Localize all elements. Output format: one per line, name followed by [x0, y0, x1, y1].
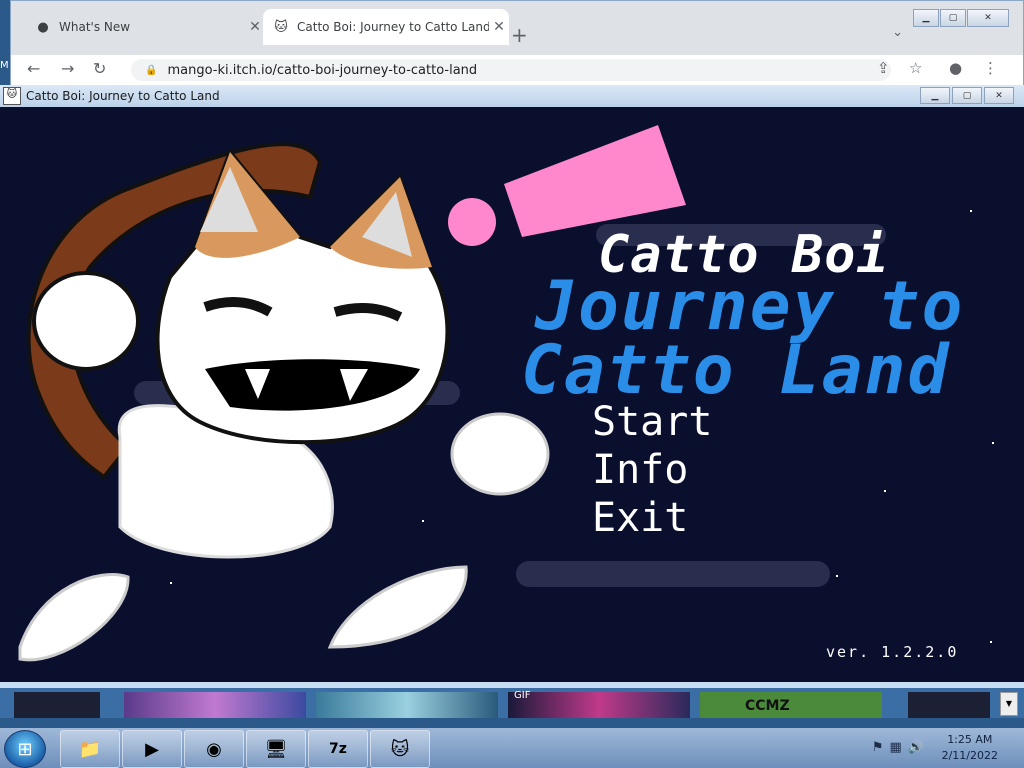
thumbnail[interactable] [700, 692, 882, 718]
cat-paw [450, 412, 550, 496]
cat-foot [18, 573, 130, 662]
bookmark-star-icon[interactable]: ☆ [909, 59, 922, 77]
catto-boi-taskbar-icon[interactable]: 🐱 [370, 730, 430, 768]
version-label: ver. 1.2.2.0 [826, 643, 959, 661]
lock-icon: 🔒 [145, 64, 158, 76]
7zip-icon[interactable]: 7z [308, 730, 368, 768]
chrome-icon: ● [37, 19, 49, 35]
maximize-button[interactable]: ▢ [952, 87, 982, 104]
forward-icon[interactable]: → [61, 59, 74, 78]
control-panel-icon[interactable]: 🖥 [246, 730, 306, 768]
windows-explorer-icon[interactable]: 📁 [60, 730, 120, 768]
thumbnail[interactable] [316, 692, 498, 718]
tab-search-icon[interactable]: ⌄ [892, 25, 903, 40]
tab-catto-boi[interactable]: 🐱 Catto Boi: Journey to Catto Land ✕ [263, 9, 509, 45]
cat-app-icon: 🐱 [3, 87, 21, 105]
volume-icon[interactable]: 🔊 [908, 740, 924, 755]
clock-date: 2/11/2022 [941, 749, 998, 762]
left-edge-text: M [0, 60, 9, 71]
reload-icon[interactable]: ↻ [93, 59, 106, 78]
game-title-line2-3: Journey to Catto Land [521, 267, 965, 405]
media-player-icon[interactable]: ▶ [122, 730, 182, 768]
close-tab-icon[interactable]: ✕ [489, 19, 509, 35]
close-tab-icon[interactable]: ✕ [245, 19, 265, 35]
menu-info[interactable]: Info [592, 447, 688, 493]
browser-window-controls: ▁ ▢ ✕ [913, 9, 1009, 27]
menu-start[interactable]: Start [592, 399, 712, 445]
taskbar: ⊞ 📁 ▶ ◉ 🖥 7z 🐱 ⚑ ▦ 🔊 1:25 AM 2/11/2022 [0, 728, 1024, 768]
clock[interactable]: 1:25 AM 2/11/2022 [942, 732, 998, 764]
network-icon[interactable]: ▦ [890, 740, 902, 755]
url-text: mango-ki.itch.io/catto-boi-journey-to-ca… [167, 62, 478, 78]
cat-paw [32, 271, 140, 371]
game-canvas[interactable]: Catto Boi Journey to Catto Land Start In… [0, 107, 1024, 682]
tab-title: What's New [59, 20, 131, 34]
game-window: 🐱 Catto Boi: Journey to Catto Land ▁ ▢ ✕ [0, 85, 1024, 688]
close-button[interactable]: ✕ [967, 9, 1009, 27]
thumbnail[interactable] [124, 692, 306, 718]
pink-dot [448, 198, 496, 246]
game-window-controls: ▁ ▢ ✕ [920, 87, 1014, 104]
minimize-button[interactable]: ▁ [913, 9, 939, 27]
minimize-button[interactable]: ▁ [920, 87, 950, 104]
menu-dots-icon[interactable]: ⋮ [983, 59, 998, 77]
game-window-title: Catto Boi: Journey to Catto Land [26, 89, 220, 103]
game-title-line2: Journey to [535, 267, 965, 346]
scroll-down-button[interactable]: ▼ [1000, 692, 1018, 716]
thumbnail[interactable] [908, 692, 990, 718]
new-tab-button[interactable]: + [511, 23, 528, 47]
thumbnail[interactable] [14, 692, 100, 718]
browser-toolbar: ← → ↻ 🔒 mango-ki.itch.io/catto-boi-journ… [11, 55, 1023, 85]
tab-title: Catto Boi: Journey to Catto Land [297, 20, 489, 34]
profile-icon[interactable]: ● [949, 59, 962, 77]
chrome-icon[interactable]: ◉ [184, 730, 244, 768]
share-icon[interactable]: ⇪ [877, 59, 890, 77]
menu-exit[interactable]: Exit [592, 495, 688, 541]
gif-label: GIF [514, 690, 531, 701]
thumbnail-strip: GIF CCMZ ▼ [0, 688, 1024, 718]
system-tray: ⚑ ▦ 🔊 [872, 740, 924, 755]
maximize-button[interactable]: ▢ [940, 9, 966, 27]
pink-banner [504, 125, 686, 237]
back-icon[interactable]: ← [27, 59, 40, 78]
ccmz-label: CCMZ [745, 698, 790, 714]
close-button[interactable]: ✕ [984, 87, 1014, 104]
cat-favicon-icon: 🐱 [274, 19, 288, 35]
game-title-line3: Catto Land [521, 331, 951, 410]
browser-window: ● What's New ✕ 🐱 Catto Boi: Journey to C… [10, 0, 1024, 85]
tab-whats-new[interactable]: ● What's New ✕ [25, 9, 265, 45]
flag-icon[interactable]: ⚑ [872, 740, 884, 755]
cat-foot [327, 565, 468, 649]
thumbnail[interactable] [508, 692, 690, 718]
game-titlebar: 🐱 Catto Boi: Journey to Catto Land ▁ ▢ ✕ [0, 85, 1024, 107]
clock-time: 1:25 AM [947, 733, 993, 746]
address-bar[interactable]: 🔒 mango-ki.itch.io/catto-boi-journey-to-… [131, 59, 891, 81]
start-button[interactable]: ⊞ [4, 730, 46, 768]
